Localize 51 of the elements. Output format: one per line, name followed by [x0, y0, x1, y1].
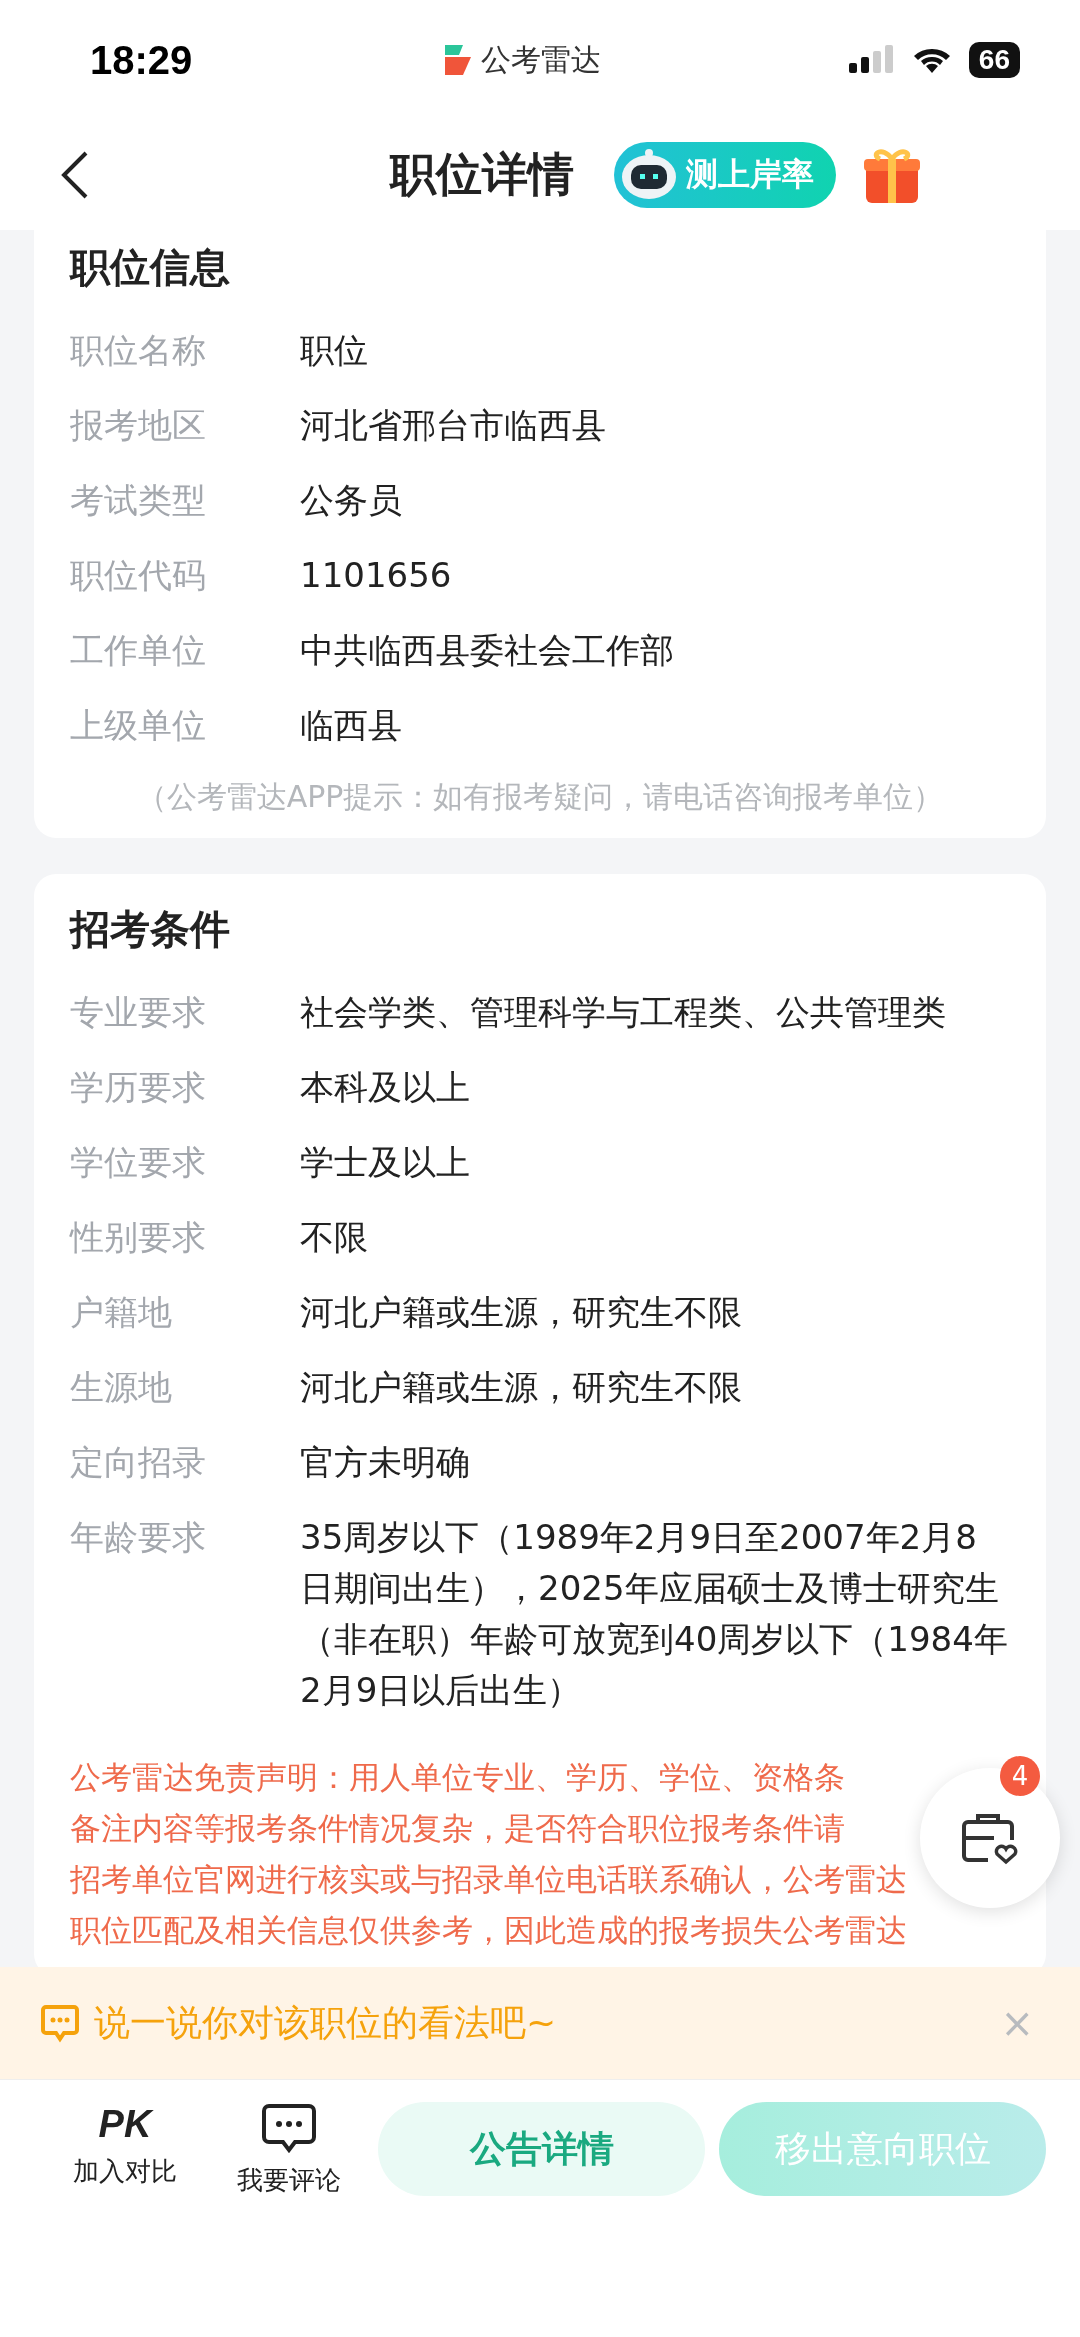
comment-button[interactable]: 我要评论 [214, 2102, 364, 2199]
field-label: 考试类型 [70, 479, 207, 522]
back-icon[interactable] [60, 150, 90, 200]
field-label: 户籍地 [70, 1291, 173, 1334]
field-label: 性别要求 [70, 1216, 207, 1259]
field-value: 临西县 [300, 704, 403, 747]
section-title: 职位信息 [70, 243, 231, 292]
disclaimer-text: 公考雷达免责声明：用人单位专业、学历、学位、资格条 [70, 1758, 845, 1797]
banner-text[interactable]: 说一说你对该职位的看法吧~ [94, 1998, 981, 2048]
page-title: 职位详情 [390, 146, 574, 203]
field-label: 专业要求 [70, 991, 207, 1034]
field-value: 35周岁以下（1989年2月9日至2007年2月8日期间出生），2025年应届硕士及博士研究生（非在职）年龄可放宽到40周岁以下（1984年2月9日以后出生） [300, 1516, 1009, 1712]
field-value: 河北户籍或生源，研究生不限 [300, 1366, 743, 1409]
battery-level: 66 [968, 42, 1020, 78]
field-label: 上级单位 [70, 704, 207, 747]
section-title: 招考条件 [70, 905, 231, 954]
disclaimer-text: 备注内容等报考条件情况复杂，是否符合职位报考条件请 [70, 1809, 845, 1848]
notice-details-button[interactable]: 公告详情 [378, 2102, 705, 2196]
remove-position-button[interactable]: 移出意向职位 [719, 2102, 1046, 2196]
field-value: 中共临西县委社会工作部 [300, 629, 675, 672]
disclaimer-text: 职位匹配及相关信息仅供参考，因此造成的报考损失公考雷达 [70, 1911, 907, 1950]
field-label: 职位名称 [70, 329, 207, 372]
field-label: 生源地 [70, 1366, 173, 1409]
hint-text: （公考雷达APP提示：如有报考疑问，请电话咨询报考单位） [135, 778, 945, 816]
field-value: 官方未明确 [300, 1441, 471, 1484]
field-value: 不限 [300, 1216, 369, 1259]
field-label: 定向招录 [70, 1441, 207, 1484]
field-value: 公务员 [300, 479, 403, 522]
signal-icon [848, 45, 895, 75]
robot-icon [620, 148, 678, 202]
field-value: 社会学类、管理科学与工程类、公共管理类 [300, 991, 947, 1034]
close-button[interactable]: × [994, 1999, 1040, 2047]
rate-button[interactable]: 测上岸率 [614, 142, 836, 208]
comment-icon [261, 2103, 317, 2155]
disclaimer-text: 招考单位官网进行核实或与招录单位电话联系确认，公考雷达 [70, 1860, 907, 1899]
field-label: 职位代码 [70, 554, 207, 597]
field-value: 职位 [300, 329, 369, 372]
app-name: 公考雷达 [480, 40, 601, 79]
field-value: 学士及以上 [300, 1141, 471, 1184]
compare-button[interactable]: PK 加入对比 [50, 2102, 200, 2190]
status-time: 18:29 [90, 37, 193, 83]
field-value: 河北户籍或生源，研究生不限 [300, 1291, 743, 1334]
field-label: 工作单位 [70, 629, 207, 672]
field-value: 河北省邢台市临西县 [300, 404, 607, 447]
comment-icon [40, 2003, 80, 2043]
field-value: 本科及以上 [300, 1066, 471, 1109]
field-label: 学历要求 [70, 1066, 207, 1109]
field-label: 年龄要求 [70, 1516, 207, 1559]
field-label: 报考地区 [70, 404, 207, 447]
field-label: 学位要求 [70, 1141, 207, 1184]
field-value: 1101656 [300, 554, 453, 597]
